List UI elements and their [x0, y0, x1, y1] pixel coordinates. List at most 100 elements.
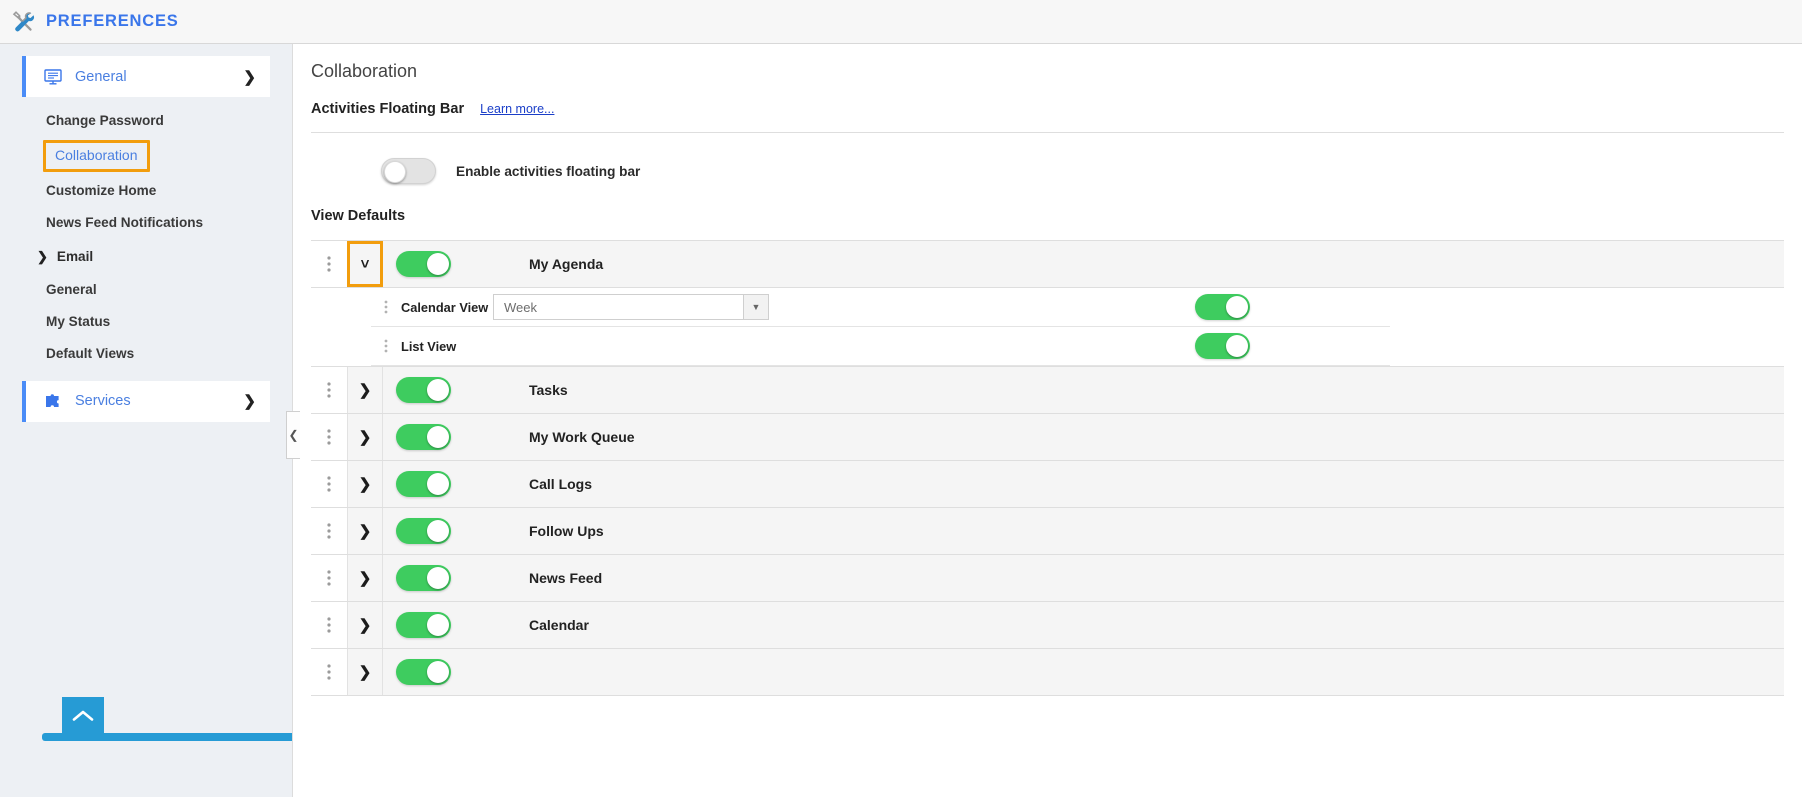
- sidebar-item-email[interactable]: ❯ Email: [37, 240, 292, 274]
- toggle-knob: [427, 379, 449, 401]
- drag-handle-icon[interactable]: [311, 241, 347, 287]
- sidebar-group-services[interactable]: Services ❯: [22, 380, 270, 422]
- drag-handle-icon[interactable]: [311, 649, 347, 695]
- sidebar-item-change-password[interactable]: Change Password: [46, 105, 292, 137]
- chevron-right-icon[interactable]: ❯: [347, 367, 383, 413]
- drag-handle-icon[interactable]: [371, 300, 401, 314]
- chevron-right-icon[interactable]: ❯: [347, 649, 383, 695]
- sidebar-item-my-status[interactable]: My Status: [46, 306, 292, 338]
- child-label: List View: [401, 338, 457, 354]
- page-title: Collaboration: [311, 61, 418, 81]
- toggle-knob: [427, 567, 449, 589]
- row-toggle[interactable]: [396, 471, 451, 497]
- chevron-right-icon: ❯: [37, 248, 48, 264]
- row-body: My Agenda: [383, 241, 1784, 287]
- drag-handle-icon[interactable]: [311, 414, 347, 460]
- sidebar-item-default-views[interactable]: Default Views: [46, 338, 292, 370]
- row-toggle[interactable]: [396, 377, 451, 403]
- row-body: Tasks: [383, 367, 1784, 413]
- table-row[interactable]: ❯ My Work Queue: [311, 414, 1784, 461]
- row-label: Follow Ups: [529, 523, 604, 539]
- toggle-knob: [427, 661, 449, 683]
- main-content: Collaboration Activities Floating Bar Le…: [292, 44, 1802, 797]
- calendar-view-select-value: Week: [504, 299, 537, 315]
- table-row[interactable]: ˅ My Agenda: [311, 241, 1784, 288]
- learn-more-link[interactable]: Learn more...: [480, 102, 554, 116]
- row-body: News Feed: [383, 555, 1784, 601]
- chevron-right-icon[interactable]: ❯: [347, 414, 383, 460]
- list-view-toggle[interactable]: [1195, 333, 1250, 359]
- activities-floating-bar-section-header: Activities Floating Bar Learn more...: [311, 101, 1784, 117]
- row-body: My Work Queue: [383, 414, 1784, 460]
- scroll-to-top-button[interactable]: [62, 697, 104, 733]
- app-header: PREFERENCES: [0, 0, 1802, 44]
- table-row[interactable]: ❯ Tasks: [311, 367, 1784, 414]
- tools-icon: [9, 8, 37, 36]
- sidebar-item-news-feed-notifications[interactable]: News Feed Notifications: [46, 207, 292, 239]
- drag-handle-icon[interactable]: [311, 602, 347, 648]
- sidebar-item-general[interactable]: General: [46, 274, 292, 306]
- table-row[interactable]: ❯ News Feed: [311, 555, 1784, 602]
- row-label: Call Logs: [529, 476, 593, 492]
- table-row[interactable]: ❯ Calendar: [311, 602, 1784, 649]
- enable-floating-bar-row: Enable activities floating bar: [311, 133, 1784, 206]
- row-body: Follow Ups: [383, 508, 1784, 554]
- row-toggle[interactable]: [396, 659, 451, 685]
- row-label: My Agenda: [529, 256, 604, 272]
- toggle-knob: [427, 426, 449, 448]
- toggle-knob: [1226, 296, 1248, 318]
- sidebar-group-general[interactable]: General ❯: [22, 56, 270, 97]
- table-row[interactable]: ❯: [311, 649, 1784, 696]
- list-item: List View: [371, 327, 1390, 366]
- sidebar-group-general-label: General: [75, 68, 127, 85]
- row-label: News Feed: [529, 570, 603, 586]
- child-label: Calendar View: [401, 299, 489, 315]
- calendar-view-toggle[interactable]: [1195, 294, 1250, 320]
- list-item: Calendar View Week ▼: [371, 288, 1390, 327]
- drag-handle-icon[interactable]: [311, 367, 347, 413]
- calendar-view-select[interactable]: Week ▼: [493, 294, 769, 320]
- chevron-right-icon[interactable]: ❯: [347, 555, 383, 601]
- toggle-knob: [384, 161, 406, 183]
- sidebar-item-email-label: Email: [56, 249, 94, 265]
- chevron-up-icon: [72, 710, 94, 721]
- row-label: My Work Queue: [529, 429, 635, 445]
- drag-handle-icon[interactable]: [311, 461, 347, 507]
- toggle-knob: [427, 473, 449, 495]
- chevron-right-icon[interactable]: ❯: [347, 602, 383, 648]
- view-defaults-title: View Defaults: [311, 208, 406, 224]
- app-title: PREFERENCES: [46, 12, 179, 30]
- chevron-down-icon: ▼: [743, 295, 768, 319]
- sidebar-collapse-handle[interactable]: ❮: [286, 411, 300, 459]
- puzzle-piece-icon: [42, 393, 64, 410]
- enable-activities-floating-bar-toggle[interactable]: [381, 158, 436, 184]
- row-label: Tasks: [529, 382, 568, 398]
- row-toggle[interactable]: [396, 565, 451, 591]
- chevron-right-icon[interactable]: ❯: [347, 461, 383, 507]
- row-toggle[interactable]: [396, 251, 451, 277]
- monitor-icon: [42, 68, 64, 85]
- table-row[interactable]: ❯ Follow Ups: [311, 508, 1784, 555]
- chevron-right-icon: ❯: [243, 393, 256, 411]
- drag-handle-icon[interactable]: [311, 508, 347, 554]
- sidebar-item-collaboration[interactable]: Collaboration: [43, 140, 150, 173]
- toggle-knob: [427, 520, 449, 542]
- toggle-knob: [427, 253, 449, 275]
- row-toggle[interactable]: [396, 612, 451, 638]
- row-toggle[interactable]: [396, 518, 451, 544]
- drag-handle-icon[interactable]: [311, 555, 347, 601]
- sidebar-group-services-label: Services: [75, 393, 131, 410]
- enable-activities-floating-bar-label: Enable activities floating bar: [456, 163, 641, 179]
- row-children-panel: Calendar View Week ▼ List View: [311, 288, 1784, 367]
- row-toggle[interactable]: [396, 424, 451, 450]
- sidebar-item-customize-home[interactable]: Customize Home: [46, 175, 292, 207]
- child-toggle-slot: [1195, 333, 1390, 359]
- sidebar: General ❯ Change Password Collaboration …: [0, 44, 364, 797]
- drag-handle-icon[interactable]: [371, 339, 401, 353]
- chevron-right-icon[interactable]: ❯: [347, 508, 383, 554]
- child-toggle-slot: [1195, 294, 1390, 320]
- chevron-down-icon[interactable]: ˅: [347, 241, 383, 287]
- table-row[interactable]: ❯ Call Logs: [311, 461, 1784, 508]
- chevron-right-icon: ❯: [243, 68, 256, 86]
- view-defaults-list: ˅ My Agenda Calendar View Week ▼ List Vi…: [311, 240, 1784, 696]
